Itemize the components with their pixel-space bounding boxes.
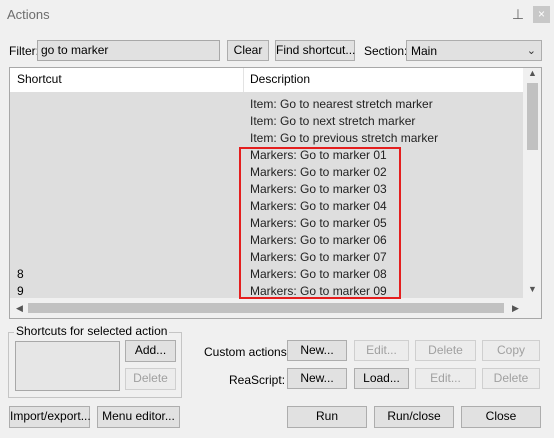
clear-button[interactable]: Clear xyxy=(227,40,269,61)
custom-delete-button[interactable]: Delete xyxy=(415,340,476,361)
vertical-scroll-thumb[interactable] xyxy=(527,83,538,150)
scroll-right-icon[interactable]: ▶ xyxy=(506,303,525,314)
close-window-icon[interactable]: × xyxy=(533,6,550,23)
scroll-down-icon[interactable]: ▼ xyxy=(523,284,541,294)
section-select[interactable]: Main ⌄ xyxy=(406,40,542,61)
section-select-value: Main xyxy=(411,44,438,58)
reascript-edit-button[interactable]: Edit... xyxy=(415,368,476,389)
list-row[interactable]: Item: Go to nearest stretch marker xyxy=(10,96,523,113)
filter-label: Filter: xyxy=(9,44,39,58)
custom-new-button[interactable]: New... xyxy=(287,340,347,361)
row-description: Item: Go to nearest stretch marker xyxy=(250,97,433,111)
add-shortcut-button[interactable]: Add... xyxy=(125,340,176,362)
row-shortcut: 9 xyxy=(17,284,24,298)
reascript-load-button[interactable]: Load... xyxy=(354,368,409,389)
custom-copy-button[interactable]: Copy xyxy=(482,340,540,361)
row-shortcut: 8 xyxy=(17,267,24,281)
reascript-label: ReaScript: xyxy=(229,373,286,387)
column-divider[interactable] xyxy=(243,68,244,92)
highlight-box xyxy=(239,147,401,299)
reascript-new-button[interactable]: New... xyxy=(287,368,347,389)
list-header: Shortcut Description xyxy=(10,68,523,92)
scroll-left-icon[interactable]: ◀ xyxy=(10,303,29,314)
section-label: Section: xyxy=(364,44,408,58)
close-button[interactable]: Close xyxy=(461,406,541,428)
shortcuts-group-label: Shortcuts for selected action xyxy=(14,324,170,338)
find-shortcut-button[interactable]: Find shortcut... xyxy=(275,40,355,61)
list-row[interactable]: Item: Go to next stretch marker xyxy=(10,113,523,130)
custom-edit-button[interactable]: Edit... xyxy=(354,340,409,361)
window-title: Actions xyxy=(7,7,50,22)
custom-actions-label: Custom actions: xyxy=(204,345,291,359)
run-close-button[interactable]: Run/close xyxy=(374,406,454,428)
title-bar xyxy=(0,0,554,30)
row-description: Item: Go to previous stretch marker xyxy=(250,131,439,145)
reascript-delete-button[interactable]: Delete xyxy=(482,368,540,389)
column-header-description[interactable]: Description xyxy=(250,72,310,86)
row-description: Item: Go to next stretch marker xyxy=(250,114,416,128)
chevron-down-icon: ⌄ xyxy=(526,45,536,57)
horizontal-scrollbar[interactable]: ◀ ▶ xyxy=(10,298,541,318)
pin-icon[interactable]: ⊥ xyxy=(510,6,526,24)
menu-editor-button[interactable]: Menu editor... xyxy=(97,406,180,428)
list-row[interactable]: Item: Go to previous stretch marker xyxy=(10,130,523,147)
delete-shortcut-button[interactable]: Delete xyxy=(125,368,176,390)
shortcuts-list[interactable] xyxy=(15,341,120,391)
vertical-scrollbar[interactable]: ▲ ▼ xyxy=(523,68,541,298)
scroll-up-icon[interactable]: ▲ xyxy=(523,68,541,78)
import-export-button[interactable]: Import/export... xyxy=(9,406,91,428)
run-button[interactable]: Run xyxy=(287,406,367,428)
horizontal-scroll-thumb[interactable] xyxy=(28,303,504,313)
column-header-shortcut[interactable]: Shortcut xyxy=(17,72,62,86)
filter-input[interactable]: go to marker xyxy=(37,40,220,61)
